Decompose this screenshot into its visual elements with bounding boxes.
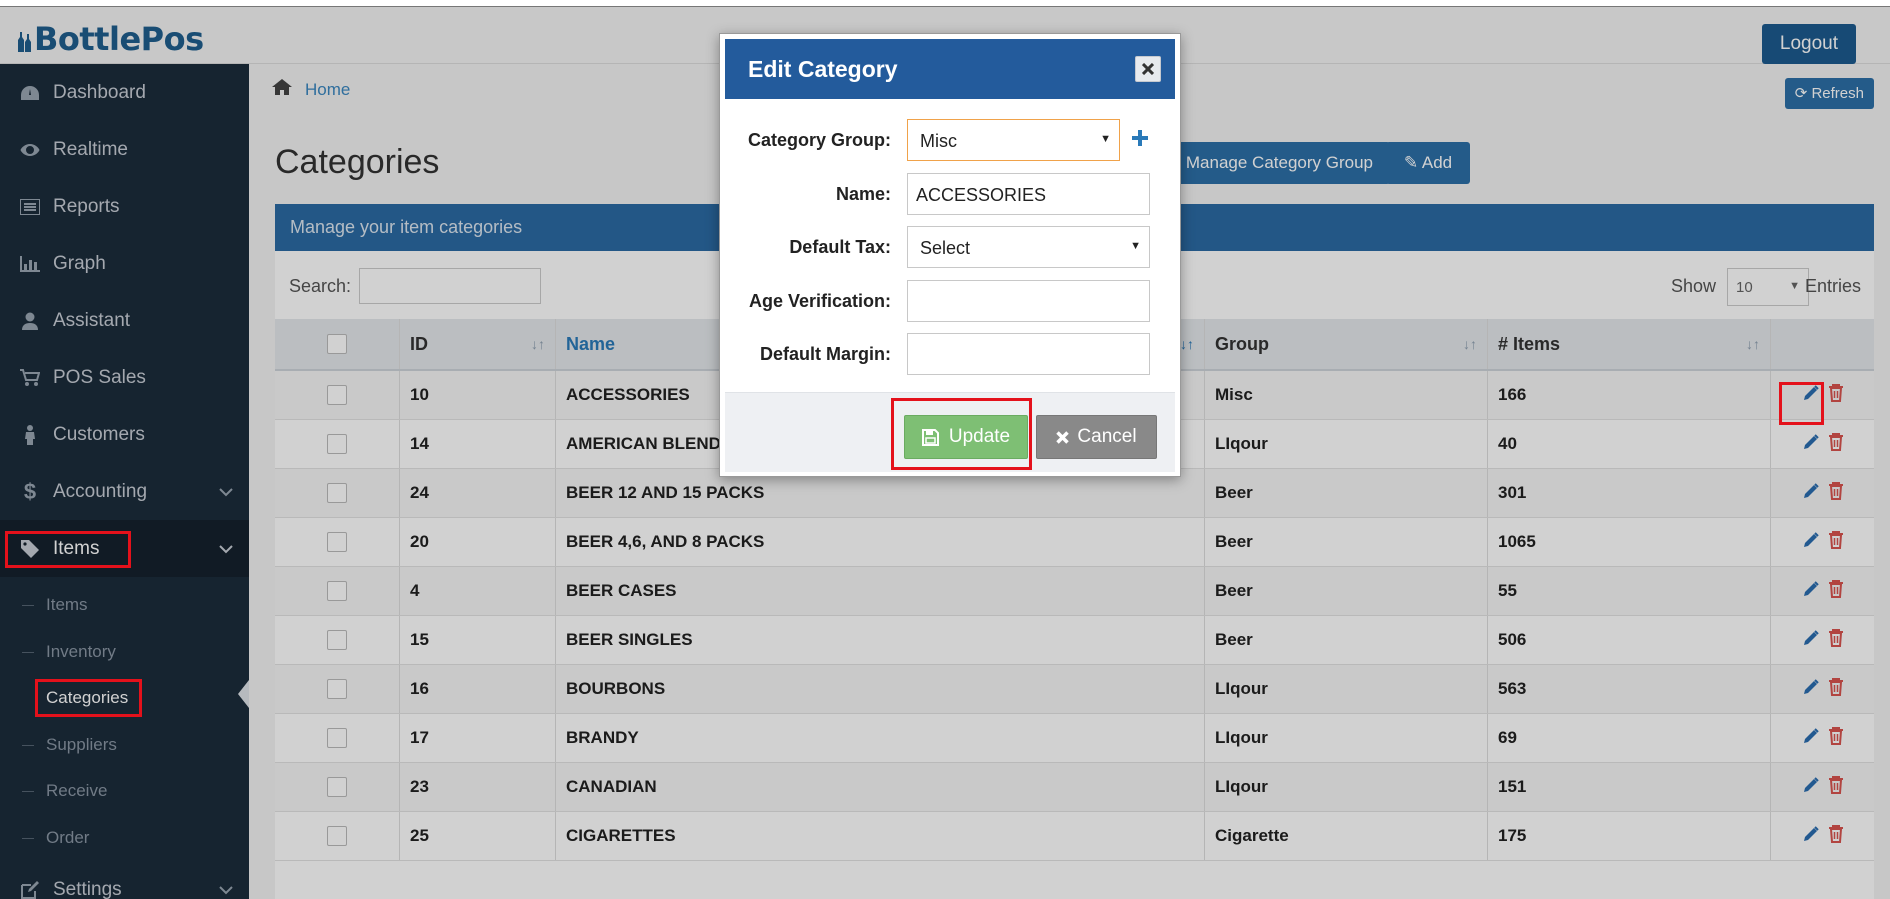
default-margin-input[interactable] — [907, 333, 1150, 375]
modal-title: Edit Category — [748, 56, 898, 82]
cancel-label: Cancel — [1077, 426, 1137, 447]
name-label: Name: — [835, 184, 891, 204]
default-margin-row: Default Margin: — [720, 333, 1180, 375]
caret-down-icon: ▼ — [1100, 133, 1111, 145]
times-icon — [1056, 430, 1070, 444]
age-verification-input[interactable] — [907, 280, 1150, 322]
edit-category-modal: Edit Category Category Group: Misc ▼ Name… — [719, 33, 1181, 477]
name-row: Name: ACCESSORIES — [720, 173, 1180, 215]
default-tax-row: Default Tax: Select ▼ — [720, 226, 1180, 268]
update-button[interactable]: Update — [904, 415, 1028, 459]
category-group-label: Category Group: — [747, 130, 891, 150]
close-icon — [1142, 63, 1154, 75]
default-tax-value: Select — [920, 238, 971, 258]
modal-footer: Update Cancel — [725, 392, 1175, 472]
browser-top-edge — [0, 0, 1890, 7]
default-margin-label: Default Margin: — [759, 344, 891, 364]
age-verification-row: Age Verification: — [720, 280, 1180, 322]
close-button[interactable] — [1135, 56, 1161, 82]
age-verification-label: Age Verification: — [748, 291, 891, 311]
category-group-value: Misc — [920, 131, 957, 151]
cancel-button[interactable]: Cancel — [1036, 415, 1157, 459]
caret-down-icon: ▼ — [1130, 240, 1141, 252]
default-tax-select[interactable]: Select ▼ — [907, 226, 1150, 268]
name-input[interactable]: ACCESSORIES — [907, 173, 1150, 215]
save-icon — [921, 428, 939, 446]
default-tax-label: Default Tax: — [789, 237, 891, 257]
update-label: Update — [948, 426, 1011, 447]
add-group-button[interactable] — [1127, 125, 1153, 151]
category-group-row: Category Group: Misc ▼ — [720, 119, 1180, 161]
plus-icon — [1132, 130, 1148, 146]
category-group-select[interactable]: Misc ▼ — [907, 119, 1120, 161]
modal-header: Edit Category — [725, 39, 1175, 99]
